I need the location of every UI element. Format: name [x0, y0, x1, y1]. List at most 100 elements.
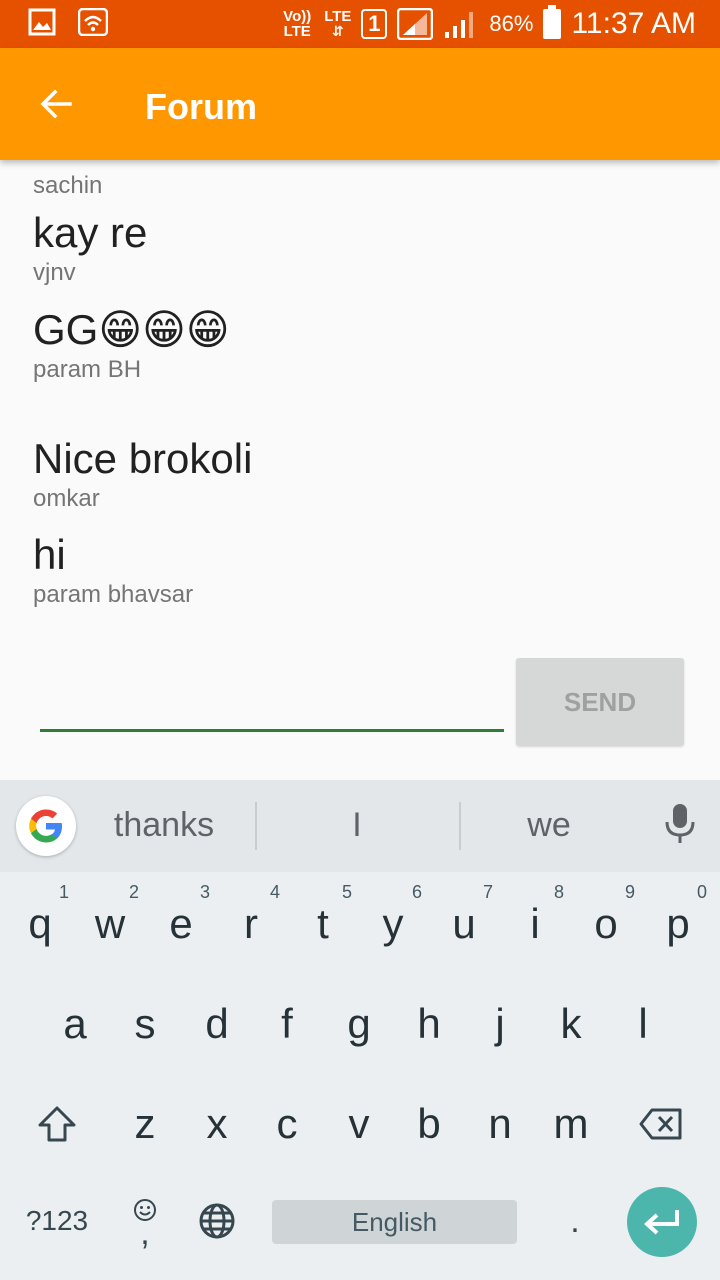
key-h[interactable]: h: [394, 976, 464, 1072]
key-v[interactable]: v: [324, 1076, 394, 1172]
key-n[interactable]: n: [465, 1076, 535, 1172]
key-l[interactable]: l: [608, 976, 678, 1072]
enter-icon: [644, 1210, 679, 1235]
message-input[interactable]: [40, 670, 504, 732]
suggestion-item[interactable]: we: [459, 806, 639, 845]
back-button[interactable]: [28, 76, 84, 132]
divider: [255, 802, 257, 850]
shift-key[interactable]: [22, 1076, 92, 1172]
mic-button[interactable]: [662, 802, 698, 851]
period-key[interactable]: .: [540, 1176, 610, 1266]
shift-icon: [38, 1106, 76, 1142]
backspace-icon: [639, 1108, 682, 1140]
suggestion-item[interactable]: I: [267, 806, 447, 845]
sim-indicator: 1: [361, 9, 388, 39]
gallery-icon: [28, 8, 56, 36]
key-number-hint: 4: [269, 882, 280, 902]
key-r[interactable]: r4: [216, 876, 286, 972]
key-label: o: [594, 900, 618, 947]
key-label: y: [382, 900, 404, 947]
key-number-hint: 2: [128, 882, 139, 902]
key-m[interactable]: m: [536, 1076, 606, 1172]
mic-icon: [665, 804, 695, 843]
google-button[interactable]: [16, 796, 76, 856]
key-t[interactable]: t5: [288, 876, 358, 972]
key-number-hint: 7: [482, 882, 493, 902]
list-item: kay re vjnv: [33, 208, 147, 288]
key-label: i: [530, 900, 540, 947]
message-author: sachin: [33, 172, 103, 199]
key-c[interactable]: c: [252, 1076, 322, 1172]
enter-key[interactable]: [627, 1187, 697, 1257]
key-s[interactable]: s: [110, 976, 180, 1072]
comma-label: ,: [140, 1214, 150, 1252]
message-author: omkar: [33, 485, 100, 512]
symbols-key[interactable]: ?123: [12, 1176, 102, 1266]
list-item: Nice brokoli omkar: [33, 434, 252, 514]
keyboard: thanks I we q1w2e3r4t5y6u7i8o9p0 asdfghj…: [0, 780, 720, 1280]
key-w[interactable]: w2: [75, 876, 145, 972]
key-label: w: [94, 900, 126, 947]
list-item: GG😁😁😁 param BH: [33, 305, 230, 385]
key-label: r: [244, 900, 258, 947]
key-i[interactable]: i8: [500, 876, 570, 972]
message-author: vjnv: [33, 259, 76, 286]
key-label: u: [452, 900, 476, 947]
backspace-key[interactable]: [626, 1076, 696, 1172]
app-bar: Forum: [0, 48, 720, 160]
battery-percent: 86%: [489, 11, 534, 36]
key-number-hint: 6: [411, 882, 422, 902]
wifi-icon: [78, 8, 108, 36]
key-number-hint: 3: [199, 882, 210, 902]
key-label: e: [169, 900, 193, 947]
volte-indicator: Vo)) LTE: [283, 8, 312, 40]
lte-indicator: LTE ⇵: [324, 8, 352, 39]
clock: 11:37 AM: [571, 7, 696, 40]
battery-icon: [543, 5, 562, 39]
message-text: hi: [33, 531, 66, 578]
key-label: t: [317, 900, 329, 947]
key-label: p: [666, 900, 690, 947]
message-text: Nice brokoli: [33, 435, 253, 482]
key-g[interactable]: g: [324, 976, 394, 1072]
key-number-hint: 0: [696, 882, 707, 902]
key-d[interactable]: d: [182, 976, 252, 1072]
page-title: Forum: [145, 86, 257, 127]
suggestion-item[interactable]: thanks: [74, 806, 254, 845]
list-item: hi param bhavsar: [33, 530, 193, 610]
key-a[interactable]: a: [40, 976, 110, 1072]
key-q[interactable]: q1: [5, 876, 75, 972]
suggestion-bar: thanks I we: [0, 780, 720, 872]
signal-icon: [397, 8, 434, 40]
key-f[interactable]: f: [252, 976, 322, 1072]
key-number-hint: 9: [624, 882, 635, 902]
message-list[interactable]: sachin kay re vjnv GG😁😁😁 param BH Nice b…: [0, 160, 720, 620]
message-author: param BH: [33, 356, 142, 383]
message-text: kay re: [33, 209, 148, 256]
key-x[interactable]: x: [182, 1076, 252, 1172]
key-j[interactable]: j: [465, 976, 535, 1072]
key-number-hint: 1: [58, 882, 69, 902]
signal-strength-icon: [445, 12, 474, 38]
key-label: q: [28, 900, 52, 947]
key-k[interactable]: k: [536, 976, 606, 1072]
key-p[interactable]: p0: [643, 876, 713, 972]
key-number-hint: 8: [553, 882, 564, 902]
send-button[interactable]: SEND: [516, 658, 684, 746]
key-o[interactable]: o9: [571, 876, 641, 972]
key-z[interactable]: z: [110, 1076, 180, 1172]
google-g-icon: [29, 809, 62, 843]
key-y[interactable]: y6: [358, 876, 428, 972]
message-text: GG😁😁😁: [33, 306, 230, 353]
message-author: param bhavsar: [33, 581, 194, 608]
language-key[interactable]: [182, 1176, 252, 1266]
comma-key[interactable]: ,: [110, 1176, 180, 1266]
key-b[interactable]: b: [394, 1076, 464, 1172]
space-key[interactable]: English: [272, 1200, 517, 1244]
key-e[interactable]: e3: [146, 876, 216, 972]
key-number-hint: 5: [341, 882, 352, 902]
arrow-back-icon: [40, 89, 72, 119]
key-u[interactable]: u7: [429, 876, 499, 972]
status-bar: Vo)) LTE LTE ⇵ 1 86% 11:37 AM: [0, 0, 720, 48]
globe-icon: [199, 1203, 235, 1239]
